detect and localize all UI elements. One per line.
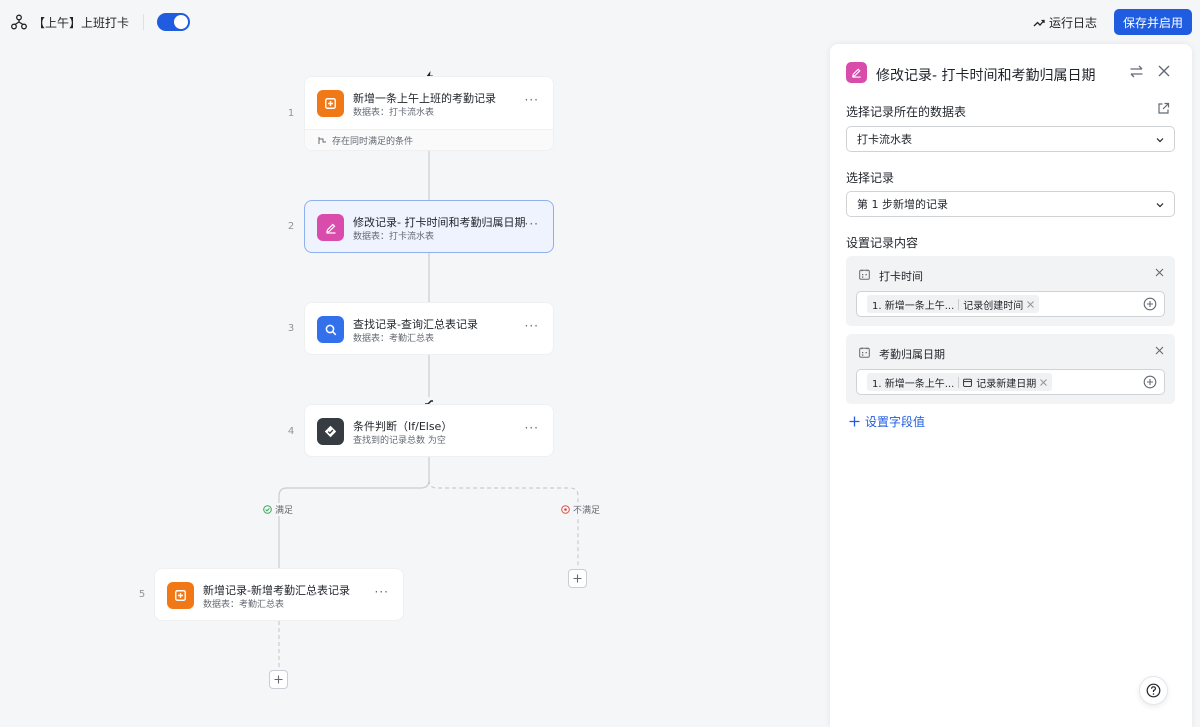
add-variable-icon[interactable] — [1143, 375, 1157, 389]
date-field-icon — [963, 378, 973, 387]
check-circle-icon — [263, 505, 272, 514]
workflow-icon — [11, 14, 27, 30]
node-subtitle: 数据表：考勤汇总表 — [203, 600, 285, 610]
field-value-input[interactable]: 1. 新增一条上午... 记录新建日期 — [856, 369, 1165, 395]
close-icon[interactable] — [1157, 64, 1171, 78]
add-record-icon — [317, 90, 344, 117]
tag-close-icon[interactable] — [1040, 378, 1048, 386]
edit-record-icon — [846, 62, 867, 83]
field-name: 打卡时间 — [879, 270, 923, 283]
edit-record-icon — [317, 214, 344, 241]
swap-icon[interactable] — [1129, 64, 1144, 79]
workflow-title[interactable]: 【上午】上班打卡 — [33, 14, 129, 31]
variable-tag[interactable]: 1. 新增一条上午... 记录新建日期 — [867, 373, 1053, 391]
external-link-icon[interactable] — [1157, 102, 1170, 115]
node-subtitle: 查找到的记录总数 为空 — [353, 436, 446, 446]
more-menu-icon[interactable]: ··· — [525, 421, 539, 435]
node-subtitle: 数据表：打卡流水表 — [353, 108, 435, 118]
add-record-icon — [167, 582, 194, 609]
field-name: 考勤归属日期 — [879, 348, 945, 361]
remove-field-icon[interactable] — [1155, 346, 1164, 355]
field-card-attendance-date: 考勤归属日期 1. 新增一条上午... 记录新建日期 — [846, 334, 1175, 404]
node-title: 条件判断（If/Else） — [353, 420, 453, 433]
branch-no-text: 不满足 — [573, 506, 601, 516]
add-step-button[interactable] — [568, 569, 587, 588]
workflow-node-edit-record[interactable]: 修改记录- 打卡时间和考勤归属日期 数据表：打卡流水表 ··· — [304, 200, 554, 253]
tag-divider — [958, 376, 960, 388]
node-title: 新增记录-新增考勤汇总表记录 — [203, 584, 350, 597]
table-select-label: 选择记录所在的数据表 — [846, 105, 967, 119]
more-menu-icon[interactable]: ··· — [525, 217, 539, 231]
help-button[interactable] — [1139, 676, 1168, 705]
field-card-punch-time: 打卡时间 1. 新增一条上午... 记录创建时间 — [846, 256, 1175, 326]
more-menu-icon[interactable]: ··· — [525, 319, 539, 333]
plus-icon — [849, 416, 860, 427]
step-number: 2 — [287, 221, 295, 232]
panel-title: 修改记录- 打卡时间和考勤归属日期 — [876, 68, 1096, 84]
branch-no-label: 不满足 — [559, 503, 603, 516]
workflow-node-condition[interactable]: 条件判断（If/Else） 查找到的记录总数 为空 ··· — [304, 404, 554, 457]
tag-value: 记录新建日期 — [976, 378, 1037, 390]
search-icon — [317, 316, 344, 343]
workflow-canvas[interactable]: 1 新增一条上午上班的考勤记录 数据表：打卡流水表 ··· 存在同时满足的条件 … — [0, 44, 830, 727]
calendar-icon — [859, 269, 870, 280]
node-title: 新增一条上午上班的考勤记录 — [353, 92, 496, 105]
condition-text: 存在同时满足的条件 — [332, 136, 414, 147]
enable-toggle[interactable] — [157, 13, 190, 31]
step-config-panel: 修改记录- 打卡时间和考勤归属日期 选择记录所在的数据表 打卡流水表 选择记录 … — [830, 44, 1192, 727]
tag-source: 1. 新增一条上午... — [872, 300, 955, 312]
node-title: 修改记录- 打卡时间和考勤归属日期 — [353, 216, 526, 229]
variable-tag[interactable]: 1. 新增一条上午... 记录创建时间 — [867, 295, 1040, 313]
node-subtitle: 数据表：考勤汇总表 — [353, 334, 435, 344]
add-field-label: 设置字段值 — [865, 415, 926, 429]
plus-icon — [573, 574, 582, 583]
workflow-node-find-record[interactable]: 查找记录-查询汇总表记录 数据表：考勤汇总表 ··· — [304, 302, 554, 355]
add-step-button[interactable] — [269, 670, 288, 689]
step-number: 3 — [287, 323, 295, 334]
table-select[interactable]: 打卡流水表 — [846, 126, 1175, 152]
tag-value: 记录创建时间 — [963, 300, 1024, 312]
node-title: 查找记录-查询汇总表记录 — [353, 318, 478, 331]
add-field-value-button[interactable]: 设置字段值 — [849, 413, 925, 430]
chevron-down-icon — [1156, 138, 1164, 143]
add-variable-icon[interactable] — [1143, 297, 1157, 311]
more-menu-icon[interactable]: ··· — [525, 93, 539, 107]
plus-icon — [274, 675, 283, 684]
more-menu-icon[interactable]: ··· — [375, 585, 389, 599]
tag-source: 1. 新增一条上午... — [872, 378, 955, 390]
remove-field-icon[interactable] — [1155, 268, 1164, 277]
step-number: 1 — [287, 108, 295, 119]
cross-circle-icon — [561, 505, 570, 514]
workflow-node-add-summary-record[interactable]: 新增记录-新增考勤汇总表记录 数据表：考勤汇总表 ··· — [154, 568, 404, 621]
step-number: 5 — [138, 589, 146, 600]
help-icon — [1146, 683, 1161, 698]
trigger-condition[interactable]: 存在同时满足的条件 — [305, 129, 553, 150]
trend-icon — [1033, 19, 1045, 26]
table-select-value: 打卡流水表 — [857, 133, 912, 146]
toggle-knob — [174, 15, 188, 29]
divider — [143, 14, 144, 30]
run-log-label: 运行日志 — [1049, 16, 1098, 30]
record-select-label: 选择记录 — [846, 171, 895, 185]
save-and-enable-button[interactable]: 保存并启用 — [1114, 9, 1192, 35]
tag-divider — [958, 298, 960, 310]
record-select-value: 第 1 步新增的记录 — [857, 198, 948, 211]
field-value-input[interactable]: 1. 新增一条上午... 记录创建时间 — [856, 291, 1165, 317]
node-subtitle: 数据表：打卡流水表 — [353, 232, 435, 242]
top-bar: 【上午】上班打卡 运行日志 保存并启用 — [0, 0, 1200, 44]
filter-condition-icon — [318, 136, 326, 144]
workflow-node-add-record[interactable]: 新增一条上午上班的考勤记录 数据表：打卡流水表 ··· 存在同时满足的条件 — [304, 76, 554, 151]
chevron-down-icon — [1156, 203, 1164, 208]
run-log-button[interactable]: 运行日志 — [1033, 14, 1097, 31]
tag-close-icon[interactable] — [1027, 300, 1035, 308]
record-select[interactable]: 第 1 步新增的记录 — [846, 191, 1175, 217]
branch-yes-label: 满足 — [261, 503, 296, 516]
record-content-label: 设置记录内容 — [846, 236, 919, 250]
branch-yes-text: 满足 — [275, 506, 294, 516]
condition-icon — [317, 418, 344, 445]
calendar-icon — [859, 347, 870, 358]
step-number: 4 — [287, 426, 295, 437]
